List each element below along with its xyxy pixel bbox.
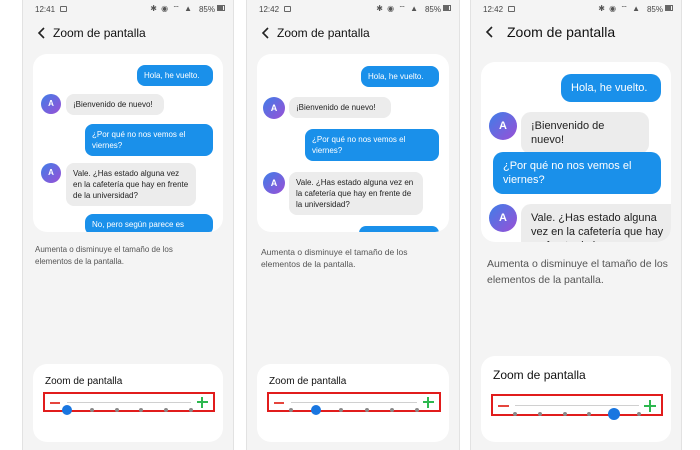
zoom-step-tick[interactable] bbox=[637, 412, 641, 416]
app-header: Zoom de pantalla bbox=[471, 20, 681, 46]
zoom-step-tick[interactable] bbox=[289, 408, 293, 412]
received-message: Vale. ¿Has estado alguna vez en la cafet… bbox=[289, 172, 423, 215]
zoom-slider-thumb[interactable] bbox=[608, 408, 621, 420]
battery-icon bbox=[665, 5, 673, 11]
zoom-step-tick[interactable] bbox=[189, 408, 193, 412]
zoom-slider-thumb[interactable] bbox=[62, 405, 72, 415]
zoom-step-tick[interactable] bbox=[513, 412, 517, 416]
system-status-icons: ✱ ◉ ⌔ ▲ bbox=[376, 4, 419, 13]
zoom-in-plus-icon[interactable] bbox=[644, 400, 656, 412]
status-time: 12:42 bbox=[483, 5, 504, 14]
received-message: Vale. ¿Has estado alguna vez en la cafet… bbox=[521, 204, 671, 242]
zoom-out-minus-icon[interactable] bbox=[498, 405, 509, 407]
page-title: Zoom de pantalla bbox=[53, 26, 146, 40]
status-time: 12:41 bbox=[35, 5, 56, 14]
zoom-step-tick[interactable] bbox=[89, 408, 94, 412]
zoom-slider-highlight bbox=[267, 392, 441, 415]
chat-preview: Hola, he vuelto. A ¡Bienvenido de nuevo!… bbox=[257, 54, 449, 232]
system-status-icons: ✱ ◉ ⌔ ▲ bbox=[598, 4, 641, 13]
chat-preview: Hola, he vuelto. A ¡Bienvenido de nuevo!… bbox=[481, 62, 671, 242]
back-arrow-icon[interactable] bbox=[483, 25, 497, 39]
zoom-slider-thumb[interactable] bbox=[311, 405, 322, 415]
zoom-control-card: Zoom de pantalla bbox=[33, 364, 223, 442]
zoom-label: Zoom de pantalla bbox=[269, 376, 347, 387]
chat-preview: Hola, he vuelto. A ¡Bienvenido de nuevo!… bbox=[33, 54, 223, 232]
zoom-step-tick[interactable] bbox=[587, 412, 592, 416]
zoom-description: Aumenta o disminuye el tamaño de los ele… bbox=[261, 247, 408, 269]
sent-message: ¿Por qué no nos vemos el viernes? bbox=[493, 152, 661, 194]
gallery-notification-icon bbox=[508, 6, 515, 12]
page-title: Zoom de pantalla bbox=[277, 26, 370, 40]
zoom-step-tick[interactable] bbox=[114, 408, 119, 412]
zoom-slider[interactable] bbox=[513, 405, 641, 420]
received-message: ¡Bienvenido de nuevo! bbox=[521, 112, 649, 154]
zoom-control-card: Zoom de pantalla bbox=[257, 364, 449, 442]
zoom-slider-highlight bbox=[491, 394, 663, 420]
zoom-description: Aumenta o disminuye el tamaño de los ele… bbox=[35, 245, 173, 266]
phone-screen-2: 12:42 ✱ ◉ ⌔ ▲ 85% Zoom de pantalla Hola,… bbox=[246, 0, 460, 450]
avatar: A bbox=[41, 163, 61, 183]
avatar: A bbox=[263, 172, 285, 194]
page-title: Zoom de pantalla bbox=[507, 24, 616, 40]
battery-percent: 85% bbox=[424, 5, 441, 14]
zoom-step-tick[interactable] bbox=[537, 412, 542, 416]
zoom-step-tick[interactable] bbox=[389, 408, 394, 412]
phone-screen-1: 12:41 ✱ ◉ ⌔ ▲ 85% Zoom de pantalla Hola,… bbox=[22, 0, 234, 450]
sent-message: ¿Por qué no nos vemos el viernes? bbox=[85, 124, 213, 156]
system-status-icons: ✱ ◉ ⌔ ▲ bbox=[150, 4, 193, 13]
status-bar: 12:41 ✱ ◉ ⌔ ▲ 85% bbox=[23, 0, 233, 18]
zoom-out-minus-icon[interactable] bbox=[50, 402, 60, 404]
zoom-in-plus-icon[interactable] bbox=[423, 397, 434, 408]
phone-screen-3: 12:42 ✱ ◉ ⌔ ▲ 85% Zoom de pantalla Hola,… bbox=[470, 0, 682, 450]
zoom-step-tick[interactable] bbox=[562, 412, 567, 416]
received-message: ¡Bienvenido de nuevo! bbox=[289, 97, 391, 118]
sent-message: Hola, he vuelto. bbox=[561, 74, 661, 102]
zoom-step-tick[interactable] bbox=[139, 408, 144, 412]
app-header: Zoom de pantalla bbox=[23, 20, 233, 46]
status-bar: 12:42 ✱ ◉ ⌔ ▲ 85% bbox=[471, 0, 681, 18]
sent-message: Hola, he vuelto. bbox=[361, 66, 439, 87]
zoom-slider[interactable] bbox=[62, 402, 193, 415]
sent-message-partial bbox=[359, 226, 439, 232]
zoom-in-plus-icon[interactable] bbox=[197, 397, 208, 408]
gallery-notification-icon bbox=[284, 6, 291, 12]
zoom-slider-highlight bbox=[43, 392, 215, 415]
app-header: Zoom de pantalla bbox=[247, 20, 459, 46]
back-arrow-icon[interactable] bbox=[259, 26, 273, 40]
avatar: A bbox=[263, 97, 285, 119]
battery-icon bbox=[443, 5, 451, 11]
zoom-out-minus-icon[interactable] bbox=[274, 402, 284, 404]
sent-message: Hola, he vuelto. bbox=[137, 65, 213, 86]
zoom-label: Zoom de pantalla bbox=[45, 376, 123, 387]
avatar: A bbox=[489, 204, 517, 232]
zoom-slider[interactable] bbox=[289, 402, 419, 415]
status-bar: 12:42 ✱ ◉ ⌔ ▲ 85% bbox=[247, 0, 459, 18]
zoom-description: Aumenta o disminuye el tamaño de los ele… bbox=[487, 258, 668, 286]
zoom-step-tick[interactable] bbox=[415, 408, 419, 412]
battery-percent: 85% bbox=[198, 5, 215, 14]
zoom-step-tick[interactable] bbox=[364, 408, 369, 412]
battery-icon bbox=[217, 5, 225, 11]
back-arrow-icon[interactable] bbox=[35, 26, 49, 40]
received-message: ¡Bienvenido de nuevo! bbox=[66, 94, 164, 115]
gallery-notification-icon bbox=[60, 6, 67, 12]
zoom-control-card: Zoom de pantalla bbox=[481, 356, 671, 442]
received-message: Vale. ¿Has estado alguna vez en la cafet… bbox=[66, 163, 196, 206]
avatar: A bbox=[41, 94, 61, 114]
sent-message: ¿Por qué no nos vemos el viernes? bbox=[305, 129, 439, 161]
zoom-step-tick[interactable] bbox=[164, 408, 169, 412]
sent-message: No, pero según parece es bbox=[85, 214, 213, 232]
status-time: 12:42 bbox=[259, 5, 280, 14]
battery-percent: 85% bbox=[646, 5, 663, 14]
zoom-step-tick[interactable] bbox=[339, 408, 344, 412]
zoom-label: Zoom de pantalla bbox=[493, 368, 586, 382]
avatar: A bbox=[489, 112, 517, 140]
